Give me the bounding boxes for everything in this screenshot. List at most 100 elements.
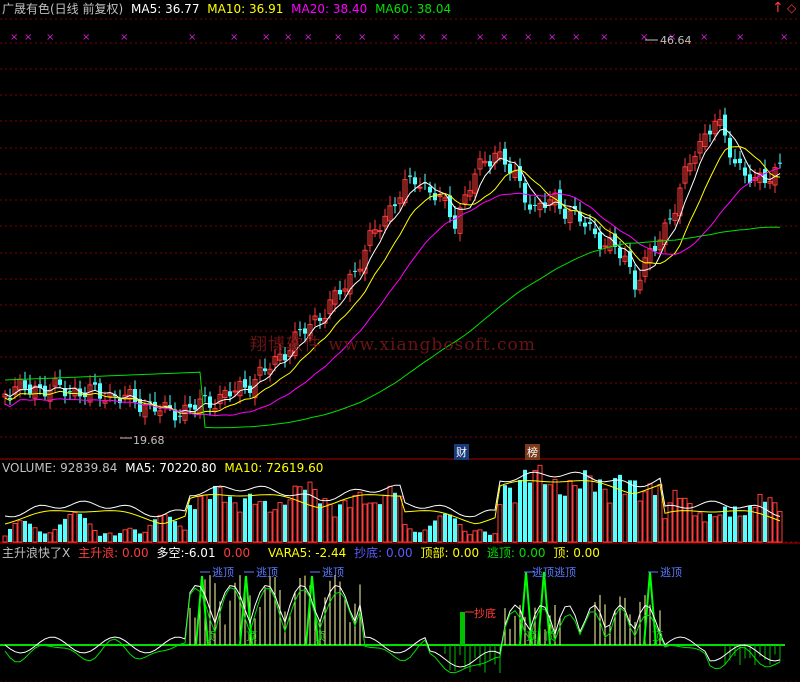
volume-bar <box>387 485 393 543</box>
candle-body <box>588 222 592 224</box>
volume-bar <box>118 533 122 542</box>
candle-body <box>93 382 97 385</box>
volume-bar <box>217 486 223 543</box>
volume-bar <box>402 524 408 543</box>
volume-bar <box>587 475 593 543</box>
dk-legend: 多空:-6.01 <box>156 546 216 560</box>
volume-bar <box>772 502 778 543</box>
volume-bar <box>687 503 693 543</box>
candle-body <box>533 204 537 206</box>
volume-bar <box>422 529 428 543</box>
volume-bar <box>413 531 417 542</box>
volume-bar <box>728 516 732 542</box>
volume-bar <box>342 500 348 543</box>
volume-bar <box>142 531 148 543</box>
signal-x-mark: × <box>24 32 32 43</box>
volume-bar <box>58 524 62 542</box>
volume-bar <box>362 503 368 543</box>
candle-body <box>283 354 287 361</box>
candle-body <box>738 158 742 164</box>
candle-body <box>602 245 608 248</box>
signal-x-mark: × <box>500 32 508 43</box>
volume-bar <box>127 527 133 543</box>
signal-x-mark: × <box>46 32 54 43</box>
candle-body <box>188 403 192 408</box>
volume-bar <box>352 495 358 543</box>
candle-body <box>733 159 737 164</box>
signal-x-mark: × <box>524 32 532 43</box>
signal-x-mark: × <box>736 32 744 43</box>
volume-bar <box>168 516 172 542</box>
volume-bar <box>767 497 773 543</box>
candle-body <box>23 380 27 389</box>
finance-badge[interactable]: 财 <box>454 444 469 460</box>
top-tag-4: 顶 <box>526 630 537 643</box>
volume-bar <box>287 499 293 543</box>
bottom-signal-bar <box>460 612 465 645</box>
volume-bar <box>467 534 473 543</box>
volume-bar <box>47 532 53 543</box>
volume-bar <box>672 489 678 543</box>
volume-bar <box>497 504 503 543</box>
candle-body <box>413 177 417 185</box>
candle-body <box>453 215 457 229</box>
candle-body <box>503 148 507 165</box>
candle-body <box>193 404 197 410</box>
escape-tag-3: 逃顶 <box>322 566 344 579</box>
volume-bar <box>633 480 637 542</box>
candle-body <box>58 379 62 385</box>
top-tag-2: 顶 <box>246 630 257 643</box>
signal-x-mark: × <box>640 32 648 43</box>
volume-bar <box>462 530 468 543</box>
top-tag-6: 顶 <box>652 630 663 643</box>
volume-bar <box>382 495 388 543</box>
volume-bar <box>708 513 712 542</box>
volume-bar <box>602 488 608 543</box>
volume-bar <box>162 514 168 543</box>
volume-bar <box>378 504 382 542</box>
volume-bar <box>518 479 522 542</box>
volume-bar <box>32 527 38 543</box>
volume-bar <box>653 495 657 542</box>
signal-x-mark: × <box>392 32 400 43</box>
bottom-buy-tag: 抄底 <box>474 607 496 620</box>
candle-body <box>668 218 672 220</box>
volume-bar <box>472 530 478 543</box>
volume-bar <box>157 514 163 543</box>
volume-bar <box>593 491 597 542</box>
volume-bar <box>122 529 128 543</box>
cd-legend: 抄底: 0.00 <box>354 546 413 560</box>
volume-bar <box>138 533 142 542</box>
candle-body <box>393 204 397 207</box>
volume-bar <box>232 502 238 543</box>
volume-bar <box>618 474 622 542</box>
volume-bar <box>228 496 232 542</box>
volume-bar <box>372 502 378 543</box>
candle-body <box>558 189 562 209</box>
ranking-badge[interactable]: 榜 <box>525 444 540 460</box>
volume-bar <box>743 515 747 542</box>
volume-bar <box>28 523 32 542</box>
ma5-line <box>4 128 781 413</box>
volume-bar <box>72 512 78 543</box>
volume-bar <box>567 480 573 543</box>
signal-x-mark: × <box>700 32 708 43</box>
volume-bar <box>237 511 243 543</box>
indicator-name[interactable]: 主升浪快了X <box>2 546 70 560</box>
volume-bar <box>702 521 708 543</box>
volume-bar <box>537 464 543 543</box>
candle-body <box>243 379 247 388</box>
volume-bar <box>667 502 673 543</box>
volume-bar <box>307 481 313 543</box>
volume-bar <box>457 523 463 543</box>
signal-x-mark: × <box>230 32 238 43</box>
td-legend: 逃顶: 0.00 <box>486 546 546 560</box>
volume-bar <box>327 503 333 543</box>
candle-body <box>428 186 432 193</box>
signal-x-mark: × <box>120 32 128 43</box>
volume-bar <box>222 501 228 543</box>
volume-bar <box>642 491 648 543</box>
volume-bar <box>83 517 87 542</box>
candle-body <box>563 208 567 219</box>
escape-tag-5: 逃顶 <box>660 566 682 579</box>
